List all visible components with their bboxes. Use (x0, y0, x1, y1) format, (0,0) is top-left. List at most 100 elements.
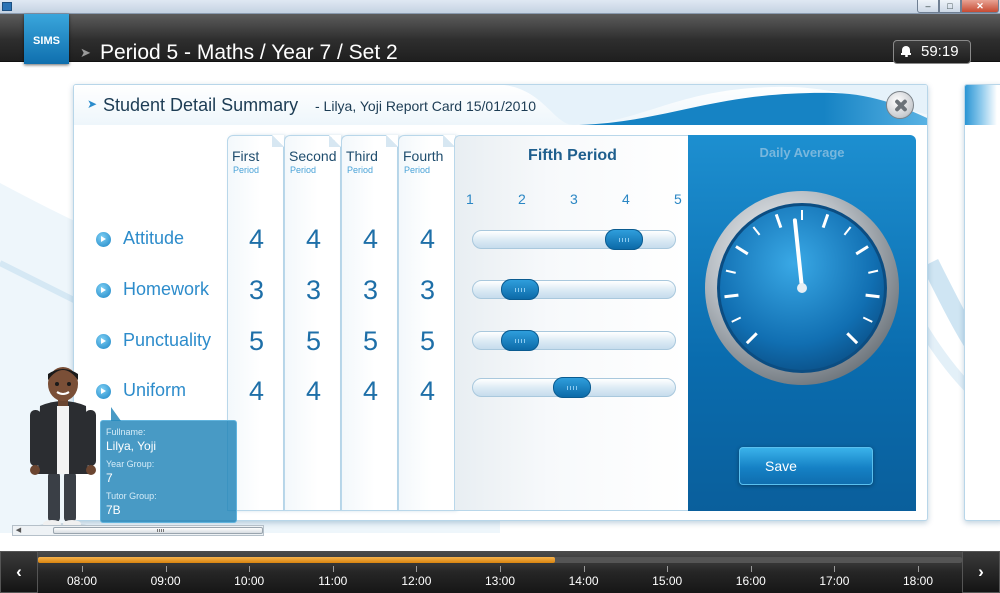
timeline-tick (249, 566, 251, 572)
period-name: Second (289, 148, 337, 164)
timeline-next-button[interactable]: › (962, 551, 1000, 593)
horizontal-scrollbar[interactable]: ◀ (12, 525, 264, 536)
slider-thumb[interactable] (501, 279, 539, 300)
score-punctuality: 5 (305, 326, 322, 356)
panel-header: ➤ Student Detail Summary - Lilya, Yoji R… (74, 85, 927, 125)
criterion-label: Punctuality (123, 330, 212, 350)
timeline-hour-label: 09:00 (150, 574, 181, 588)
slider-uniform[interactable] (472, 377, 676, 398)
breadcrumb-arrow-icon: ➤ (80, 45, 91, 60)
daily-average-gauge (705, 191, 899, 385)
page-title: Period 5 - Maths / Year 7 / Set 2 (100, 41, 398, 64)
slider-attitude[interactable] (472, 229, 676, 250)
timeline-hour-label: 14:00 (568, 574, 599, 588)
gauge-tick (865, 293, 880, 299)
period-sub: Period (347, 165, 374, 175)
window-title-bar: – □ ✕ (0, 0, 1000, 14)
scale-label: 3 (570, 191, 578, 207)
score-attitude: 4 (305, 224, 322, 254)
scale-label: 4 (622, 191, 630, 207)
timeline-tick (667, 566, 669, 572)
criterion-label: Uniform (123, 380, 187, 400)
gauge-tick (724, 293, 739, 299)
bell-icon (901, 46, 911, 57)
score-attitude: 4 (419, 224, 436, 254)
fifth-period-title: Fifth Period (528, 147, 617, 164)
slider-homework[interactable] (472, 279, 676, 300)
score-homework: 3 (305, 275, 322, 305)
tutor-group-label: Tutor Group: (106, 491, 157, 501)
period-name: Third (346, 148, 378, 164)
slider-thumb[interactable] (605, 229, 643, 250)
app-header: ➤ Period 5 - Maths / Year 7 / Set 2 59:1… (0, 14, 1000, 64)
score-homework: 3 (419, 275, 436, 305)
timeline-hour-label: 15:00 (652, 574, 683, 588)
timeline-tick (918, 566, 919, 572)
save-button[interactable]: Save (739, 447, 873, 485)
panel-title: Student Detail Summary (103, 95, 299, 115)
period-sub: Period (404, 165, 431, 175)
scale-label: 5 (674, 191, 682, 207)
score-uniform: 4 (362, 376, 379, 406)
criterion-label: Homework (123, 279, 210, 299)
daily-average-title: Daily Average (759, 145, 845, 160)
score-punctuality: 5 (419, 326, 436, 356)
period-column-third: Third Period 4 3 5 4 (341, 135, 398, 511)
student-avatar[interactable] (28, 362, 98, 534)
slider-thumb[interactable] (553, 377, 591, 398)
period-sub: Period (290, 165, 317, 175)
score-punctuality: 5 (362, 326, 379, 356)
timeline-tick (583, 566, 585, 572)
scrollbar-thumb[interactable] (53, 527, 263, 534)
fullname-label: Fullname: (106, 427, 146, 437)
timer-value: 59:19 (921, 43, 959, 60)
next-panel-edge[interactable] (964, 84, 1000, 521)
slider-punctuality[interactable] (472, 330, 676, 351)
scroll-left-icon[interactable]: ◀ (13, 526, 24, 535)
daily-average-panel: Daily Average Save (688, 135, 916, 511)
lesson-timer: 59:19 (893, 40, 971, 64)
timeline-hour-label: 10:00 (234, 574, 265, 588)
scale-label: 2 (518, 191, 526, 207)
play-arrow-icon (96, 334, 111, 349)
period-name: Fourth (403, 148, 444, 164)
score-attitude: 4 (248, 224, 265, 254)
fullname-value: Lilya, Yoji (106, 439, 157, 453)
score-punctuality: 5 (248, 326, 265, 356)
timeline-hour-label: 18:00 (902, 574, 934, 588)
year-group-value: 7 (106, 471, 113, 485)
timeline-hour-label: 11:00 (318, 574, 348, 588)
timeline-hour-label: 12:00 (401, 574, 432, 588)
gauge-hub (797, 283, 807, 293)
timeline-hour-label: 16:00 (735, 574, 766, 588)
panel-arrow-icon: ➤ (87, 97, 97, 111)
minimize-button[interactable]: – (917, 0, 939, 13)
scale-label: 1 (466, 191, 474, 207)
score-homework: 3 (248, 275, 265, 305)
timeline-track[interactable] (38, 557, 962, 563)
fifth-period-column: Fifth Period 1 2 3 4 5 (454, 135, 689, 511)
timeline-hour-label: 17:00 (819, 574, 850, 588)
app-icon (2, 2, 12, 11)
score-uniform: 4 (419, 376, 436, 406)
timeline-tick (332, 566, 334, 572)
year-group-label: Year Group: (106, 459, 155, 469)
period-column-fourth: Fourth Period 4 3 5 4 (398, 135, 455, 511)
slider-thumb[interactable] (501, 330, 539, 351)
day-timeline: ‹ 08:00 09:00 10:00 11:00 12:00 13:00 14:00 15:… (0, 551, 1000, 593)
panel-subtitle: - Lilya, Yoji Report Card 15/01/2010 (315, 98, 537, 114)
timeline-hour-label: 08:00 (66, 574, 98, 588)
score-homework: 3 (362, 275, 379, 305)
timeline-progress (38, 557, 555, 563)
maximize-button[interactable]: □ (939, 0, 961, 13)
score-uniform: 4 (248, 376, 265, 406)
timeline-tick (750, 566, 752, 572)
close-icon[interactable] (886, 91, 914, 119)
score-uniform: 4 (305, 376, 322, 406)
tutor-group-value: 7B (106, 503, 121, 517)
score-attitude: 4 (362, 224, 379, 254)
timeline-prev-button[interactable]: ‹ (0, 551, 38, 593)
timeline-tick (416, 566, 418, 572)
window-close-button[interactable]: ✕ (961, 0, 999, 13)
sims-logo[interactable]: SIMS (24, 14, 69, 64)
